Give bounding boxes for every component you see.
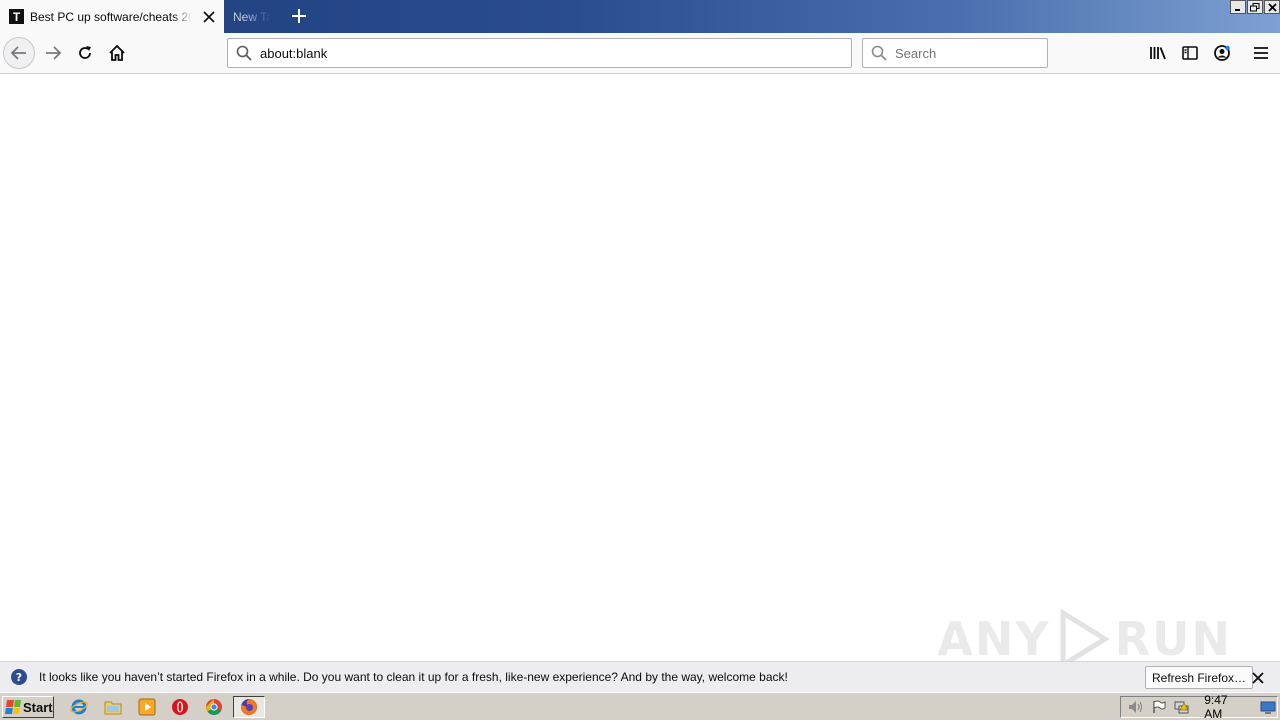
chrome-icon[interactable] [205, 698, 223, 716]
media-player-icon[interactable] [138, 698, 156, 716]
play-icon [1060, 609, 1109, 669]
search-icon [863, 45, 895, 61]
anyrun-watermark: ANY RUN [937, 609, 1232, 669]
sidebar-icon [1182, 46, 1198, 60]
arrow-right-icon [46, 46, 62, 60]
window-controls [1230, 0, 1280, 14]
home-button[interactable] [101, 37, 133, 69]
volume-icon[interactable] [1127, 699, 1144, 715]
firefox-icon [240, 698, 258, 716]
question-icon: ? [11, 669, 27, 685]
new-tab-button[interactable] [284, 2, 314, 30]
tab-strip: T Best PC up software/cheats 2023 New Ta… [0, 0, 1280, 33]
restore-button[interactable] [1247, 0, 1263, 14]
url-input[interactable] [260, 45, 840, 61]
search-icon [228, 45, 260, 61]
tab-title: New Tab [233, 9, 271, 24]
account-button[interactable] [1206, 37, 1238, 69]
plus-icon [292, 9, 306, 23]
forward-button[interactable] [37, 37, 69, 69]
refresh-firefox-button[interactable]: Refresh Firefox… [1145, 666, 1254, 689]
minimize-button[interactable] [1230, 0, 1246, 14]
menu-button[interactable] [1245, 37, 1277, 69]
library-button[interactable] [1142, 37, 1174, 69]
taskbar: Start 9:47 AM [0, 692, 1280, 721]
network-icon[interactable] [1173, 699, 1190, 715]
close-window-button[interactable] [1264, 0, 1280, 14]
home-icon [109, 44, 125, 61]
notification-bar: ? It looks like you haven’t started Fire… [0, 661, 1280, 692]
account-icon [1214, 45, 1230, 61]
tab-close-icon[interactable] [201, 9, 217, 25]
tab-title: Best PC up software/cheats 2023 [30, 9, 192, 24]
search-bar[interactable] [862, 38, 1048, 68]
tab-inactive[interactable]: New Tab [224, 0, 276, 33]
internet-explorer-icon[interactable] [70, 698, 88, 716]
sidebar-button[interactable] [1174, 37, 1206, 69]
tab-active[interactable]: T Best PC up software/cheats 2023 [0, 0, 224, 33]
reload-icon [79, 46, 91, 59]
search-input[interactable] [895, 45, 1035, 61]
file-explorer-icon[interactable] [104, 698, 122, 716]
hamburger-menu-icon [1254, 47, 1268, 59]
start-button[interactable]: Start [2, 696, 54, 718]
page-content[interactable]: ANY RUN [0, 74, 1280, 669]
address-bar[interactable] [227, 38, 852, 68]
show-desktop-icon[interactable] [1260, 699, 1277, 715]
reload-button[interactable] [69, 37, 101, 69]
notification-message: It looks like you haven’t started Firefo… [39, 670, 788, 684]
arrow-left-icon [10, 46, 26, 60]
opera-icon[interactable] [171, 698, 189, 716]
start-label: Start [23, 699, 53, 715]
windows-logo-icon [5, 700, 21, 714]
clock[interactable]: 9:47 AM [1204, 693, 1246, 721]
action-center-flag-icon[interactable] [1150, 699, 1167, 715]
tab-favicon-icon: T [9, 9, 24, 24]
back-button[interactable] [3, 37, 35, 69]
close-icon[interactable] [1249, 669, 1267, 687]
library-icon [1150, 47, 1166, 60]
firefox-taskbar-button[interactable] [233, 696, 265, 718]
system-tray: 9:47 AM [1120, 693, 1278, 721]
navigation-toolbar [0, 33, 1280, 74]
